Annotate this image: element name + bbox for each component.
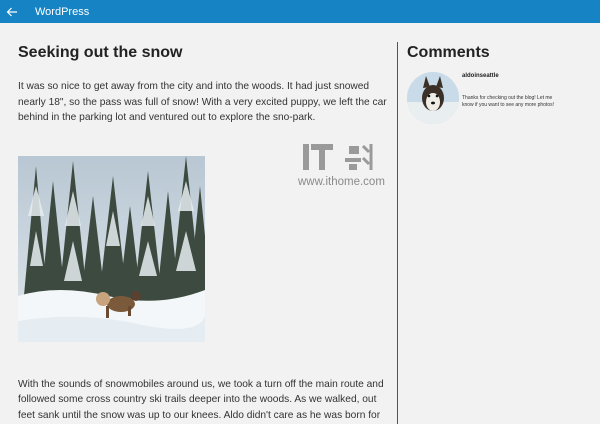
avatar [407, 72, 459, 124]
post-title: Seeking out the snow [18, 44, 183, 61]
app-title: WordPress [35, 5, 90, 18]
post-paragraph: It was so nice to get away from the city… [18, 81, 387, 123]
comment-item: aldoinseattle Thanks for checking out th… [407, 72, 597, 132]
comments-title: Comments [407, 44, 490, 61]
back-button[interactable] [0, 0, 24, 23]
post-paragraph: With the sounds of snowmobiles around us… [18, 378, 384, 421]
comment-text: Thanks for checking out the blog! Let me… [462, 95, 554, 108]
watermark: www.ithome.com [298, 140, 393, 195]
comments-panel: Comments aldoinseattle Thanks for checki… [407, 23, 597, 132]
post-photo [18, 155, 205, 342]
ithome-logo-icon [303, 144, 373, 170]
title-bar: WordPress [0, 0, 600, 23]
comment-username[interactable]: aldoinseattle [462, 73, 499, 79]
back-arrow-icon [6, 7, 17, 16]
column-divider [397, 42, 398, 424]
post-content: Seeking out the snow It was so nice to g… [18, 23, 388, 424]
watermark-url: www.ithome.com [298, 176, 385, 188]
